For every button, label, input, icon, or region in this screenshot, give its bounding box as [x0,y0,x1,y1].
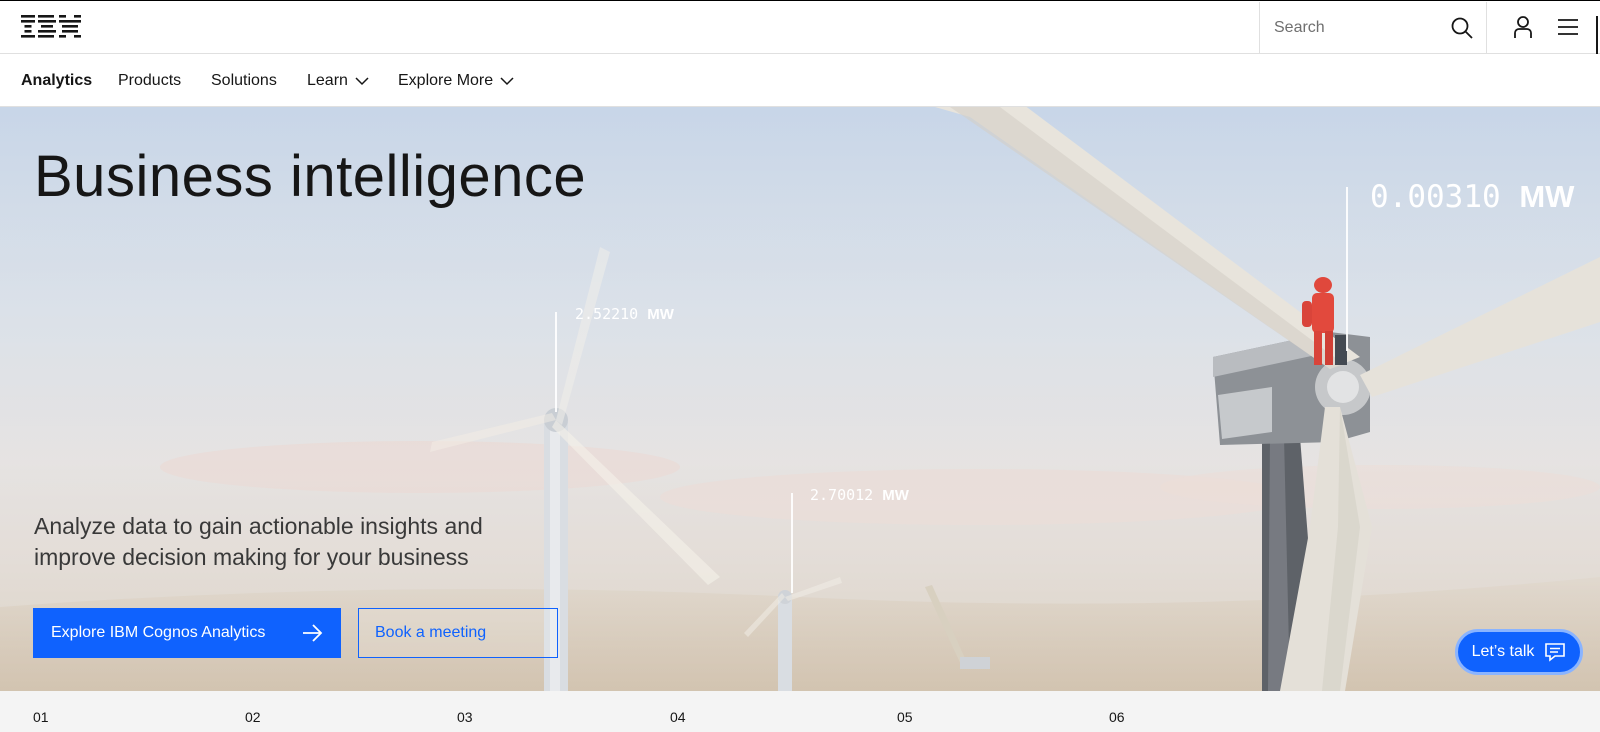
chevron-down-icon [355,76,369,85]
search-icon[interactable] [1450,16,1474,40]
readout-unit: MW [1519,179,1575,214]
readout-value: 2.52210 [575,305,639,323]
nav-item-learn[interactable]: Learn [307,54,370,107]
readout-unit: MW [882,487,909,504]
nav-brand-analytics[interactable]: Analytics [21,54,92,107]
step-number[interactable]: 02 [245,709,261,725]
readout-unit: MW [647,306,674,323]
readout-value: 0.00310 [1370,179,1501,215]
masthead [0,0,1600,54]
nav-brand-label: Analytics [21,71,93,89]
button-label: Explore IBM Cognos Analytics [51,624,266,641]
lets-talk-button[interactable]: Let’s talk [1455,629,1583,675]
nav-item-solutions[interactable]: Solutions [211,54,277,107]
hero-subtitle: Analyze data to gain actionable insights… [34,513,483,570]
page-title: Business intelligence [34,144,587,209]
step-number[interactable]: 06 [1109,709,1125,725]
readout-turbine-1: 2.52210 MW [575,305,674,323]
step-number[interactable]: 03 [457,709,473,725]
search-input[interactable] [1272,18,1442,38]
nav-item-label: Solutions [211,71,277,89]
readout-turbine-2: 2.70012 MW [810,486,909,504]
ibm-logo[interactable] [21,14,83,40]
nav-item-explore-more[interactable]: Explore More [398,54,515,107]
readout-value: 2.70012 [810,486,874,504]
chat-icon [1545,643,1566,662]
step-number[interactable]: 01 [33,709,49,725]
user-icon[interactable] [1511,15,1535,39]
l1-navigation: Analytics Products Solutions Learn Explo… [0,54,1600,107]
step-number[interactable]: 04 [670,709,686,725]
button-label: Book a meeting [375,624,487,641]
lets-talk-label: Let’s talk [1471,643,1535,660]
step-number[interactable]: 05 [897,709,913,725]
hero-banner: Business intelligence 0.00310 MW 2.52210… [0,107,1600,691]
readout-large: 0.00310 MW [1370,179,1574,215]
menu-icon[interactable] [1556,15,1580,39]
readout-line [1346,187,1348,351]
explore-cognos-button[interactable]: Explore IBM Cognos Analytics [33,608,341,658]
search-box [1259,2,1487,54]
readout-line [555,312,557,412]
nav-item-label: Explore More [398,71,494,89]
readout-line [791,493,793,593]
arrow-right-icon [303,624,323,642]
chevron-down-icon [500,76,514,85]
nav-item-products[interactable]: Products [118,54,181,107]
nav-item-label: Products [118,71,182,89]
nav-item-label: Learn [307,71,348,89]
book-meeting-button[interactable]: Book a meeting [358,608,558,658]
steps-strip: 01 02 03 04 05 06 [0,691,1600,732]
